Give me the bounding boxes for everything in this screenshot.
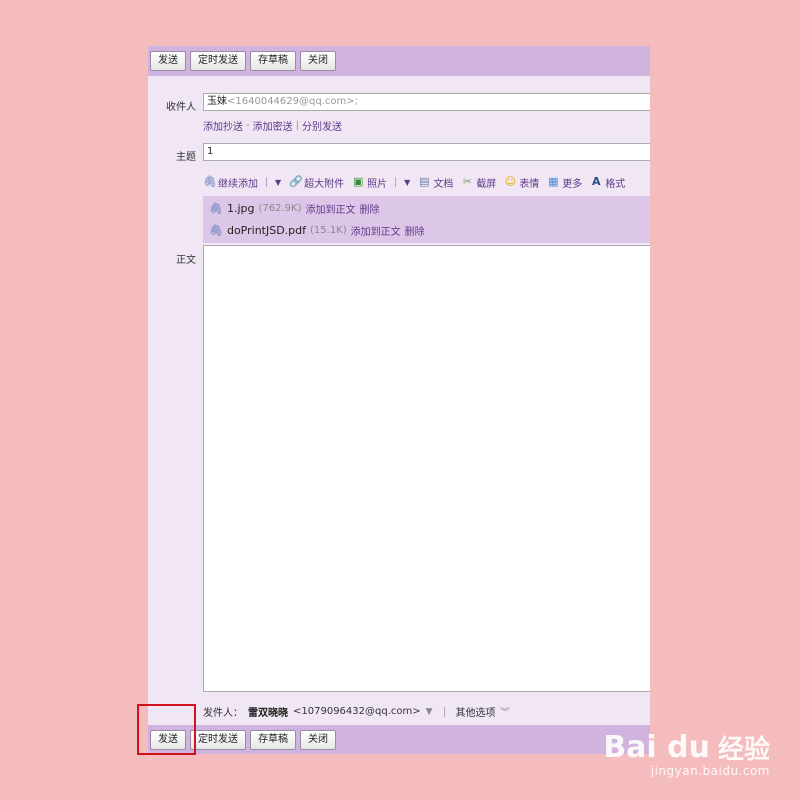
- more-button[interactable]: ▦ 更多: [547, 175, 582, 190]
- emoji-button[interactable]: ☺ 表情: [504, 175, 540, 190]
- separate-send-link[interactable]: 分别发送: [302, 118, 342, 133]
- divider: [395, 177, 397, 187]
- delete-attachment-link[interactable]: 删除: [360, 201, 380, 216]
- divider: [266, 177, 267, 187]
- grid-icon: ▦: [548, 175, 559, 188]
- send-button-top[interactable]: 发送: [150, 51, 186, 71]
- link-pipe: |: [295, 120, 299, 131]
- divider: [443, 706, 445, 717]
- baidu-logo: Bai du 经验: [603, 729, 770, 766]
- recipient-links: 添加抄送 - 添加密送 | 分别发送: [203, 118, 342, 133]
- insert-into-body-link[interactable]: 添加到正文: [351, 223, 401, 238]
- sender-email: <1079096432@qq.com>: [293, 706, 421, 717]
- compose-window: 发送 定时发送 存草稿 关闭 收件人 玉妹<1640044629@qq.com>…: [148, 46, 650, 754]
- body-editor[interactable]: [203, 245, 650, 692]
- attachment-toolbar: 🖇 继续添加 ▼ 🔗 超大附件 ▣ 照片 ▼ ▤ 文档 ✂ 截屏 ☺ 表情 ▦ …: [203, 174, 625, 190]
- sender-name: 雷双晓晓: [248, 708, 288, 719]
- add-cc-link[interactable]: 添加抄送: [203, 118, 243, 133]
- top-toolbar: 发送 定时发送 存草稿 关闭: [148, 46, 650, 76]
- attachment-filename: doPrintJSD.pdf: [226, 223, 307, 237]
- link-dash: -: [246, 120, 250, 131]
- photo-dropdown[interactable]: ▼: [404, 178, 410, 187]
- watermark-url: jingyan.baidu.com: [650, 764, 770, 778]
- document-icon: ▤: [419, 175, 430, 188]
- emoji-label: 表情: [519, 178, 540, 190]
- document-label: 文档: [433, 178, 454, 190]
- recipient-label: 收件人: [166, 102, 196, 113]
- paperclip-icon: 🖇: [203, 175, 217, 188]
- schedule-send-button-bottom[interactable]: 定时发送: [190, 730, 246, 750]
- attachment-size: (15.1K): [310, 224, 347, 236]
- baidu-watermark: Bai du 经验 jingyan.baidu.com: [603, 729, 770, 778]
- schedule-send-button-top[interactable]: 定时发送: [190, 51, 246, 71]
- recipient-name: 玉妹: [207, 96, 227, 107]
- sender-label: 发件人：: [203, 708, 243, 719]
- attachment-list: 🖇 1.jpg (762.9K) 添加到正文 删除 🖇 doPrintJSD.p…: [203, 196, 650, 243]
- recipient-input[interactable]: 玉妹<1640044629@qq.com>;: [203, 93, 650, 111]
- double-chevron-down-icon[interactable]: ︾: [501, 705, 510, 718]
- document-button[interactable]: ▤ 文档: [418, 175, 453, 190]
- close-button-bottom[interactable]: 关闭: [300, 730, 336, 750]
- more-options-link[interactable]: 其他选项: [456, 704, 496, 719]
- photo-icon: ▣: [352, 175, 364, 188]
- photo-button[interactable]: ▣ 照片: [352, 175, 387, 190]
- save-draft-button-top[interactable]: 存草稿: [250, 51, 296, 71]
- screenshot-button[interactable]: ✂ 截屏: [461, 175, 497, 190]
- large-attachment-label: 超大附件: [304, 178, 345, 190]
- close-button-top[interactable]: 关闭: [300, 51, 336, 71]
- screenshot-label: 截屏: [476, 178, 497, 190]
- photo-label: 照片: [367, 178, 388, 190]
- subject-label: 主题: [176, 152, 196, 163]
- delete-attachment-link[interactable]: 删除: [405, 223, 425, 238]
- smiley-icon: ☺: [504, 175, 517, 188]
- paperclip-icon: 🖇: [209, 201, 223, 215]
- format-button[interactable]: A 格式: [590, 175, 625, 190]
- sender-dropdown-icon[interactable]: ▼: [426, 707, 433, 717]
- send-button-highlight-box: [137, 704, 196, 755]
- more-label: 更多: [562, 178, 583, 190]
- paperclip-icon: 🖇: [209, 223, 223, 237]
- font-icon: A: [592, 175, 601, 188]
- attachment-item: 🖇 doPrintJSD.pdf (15.1K) 添加到正文 删除: [209, 222, 425, 238]
- add-bcc-link[interactable]: 添加密送: [253, 118, 293, 133]
- screenshot-icon: ✂: [462, 175, 472, 188]
- subject-input[interactable]: 1: [203, 143, 650, 161]
- insert-into-body-link[interactable]: 添加到正文: [306, 201, 356, 216]
- sender-row: 发件人： 雷双晓晓 <1079096432@qq.com> ▼ 其他选项 ︾: [203, 704, 510, 719]
- large-attachment-button[interactable]: 🔗 超大附件: [289, 175, 344, 190]
- attachment-filename: 1.jpg: [226, 201, 255, 215]
- add-attachment-dropdown[interactable]: ▼: [275, 178, 281, 187]
- format-label: 格式: [605, 178, 626, 190]
- attachment-item: 🖇 1.jpg (762.9K) 添加到正文 删除: [209, 200, 380, 216]
- watermark-brand: Bai du: [603, 730, 710, 765]
- watermark-cn: 经验: [717, 735, 770, 765]
- large-attachment-icon: 🔗: [289, 175, 303, 188]
- bottom-toolbar: 发送 定时发送 存草稿 关闭: [148, 725, 650, 754]
- attachment-size: (762.9K): [258, 202, 302, 214]
- add-attachment-button[interactable]: 🖇 继续添加: [203, 175, 258, 190]
- body-label: 正文: [176, 255, 196, 266]
- recipient-email: <1640044629@qq.com>;: [227, 96, 358, 107]
- add-attachment-label: 继续添加: [218, 178, 258, 190]
- save-draft-button-bottom[interactable]: 存草稿: [250, 730, 296, 750]
